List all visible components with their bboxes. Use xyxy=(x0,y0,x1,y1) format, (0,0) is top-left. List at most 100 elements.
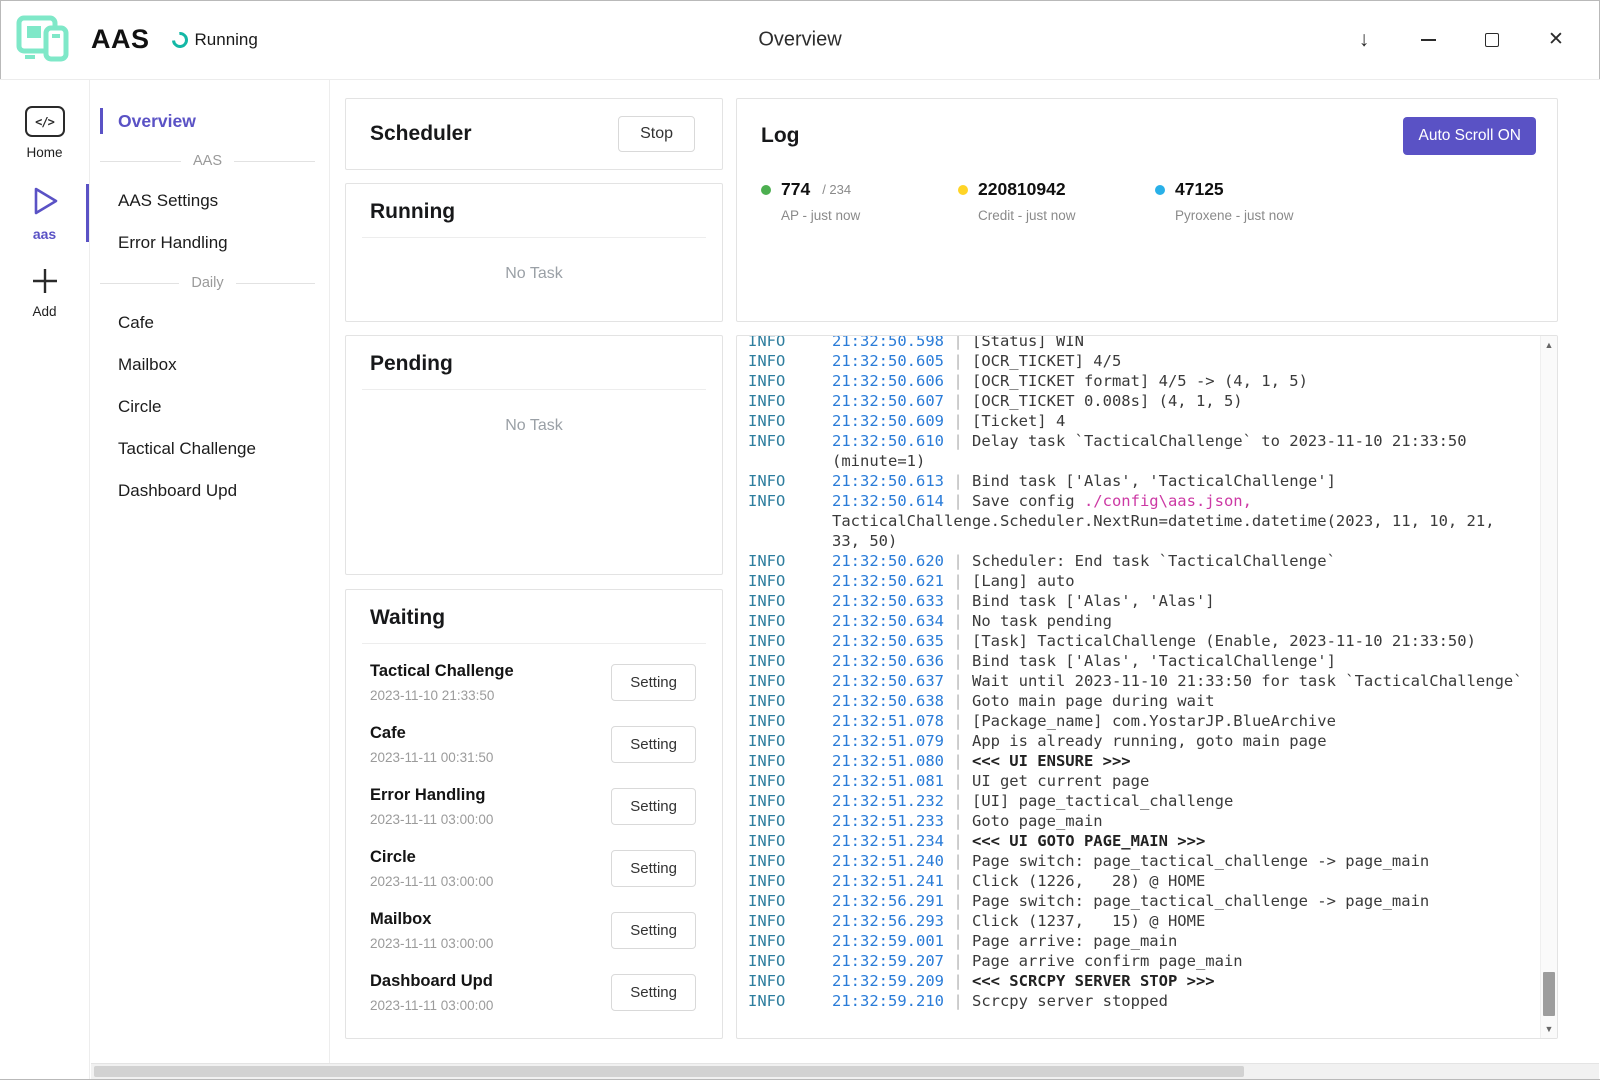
log-line: INFO21:32:50.598 | [Status] WIN xyxy=(748,335,1529,351)
log-line: INFO21:32:51.079 | App is already runnin… xyxy=(748,731,1529,751)
waiting-task-setting-button[interactable]: Setting xyxy=(611,912,696,949)
waiting-task-setting-button[interactable]: Setting xyxy=(611,664,696,701)
minimize-button[interactable] xyxy=(1414,26,1442,54)
rail-label-home: Home xyxy=(26,145,62,160)
dashboard-stats: 774 / 234 AP - just now 220810942 Credit… xyxy=(761,179,1536,223)
stat-dot-yellow xyxy=(958,185,968,195)
log-line: INFO21:32:59.209 | <<< SCRCPY SERVER STO… xyxy=(748,971,1529,991)
pending-card: Pending No Task xyxy=(345,335,723,575)
run-status-label: Running xyxy=(195,30,258,50)
waiting-task-row: Dashboard Upd 2023-11-11 03:00:00 Settin… xyxy=(370,962,696,1024)
waiting-task-time: 2023-11-10 21:33:50 xyxy=(370,688,514,703)
home-icon: </> xyxy=(25,106,65,137)
log-line: INFO21:32:51.240 | Page switch: page_tac… xyxy=(748,851,1529,871)
waiting-task-name: Mailbox xyxy=(370,910,493,929)
log-line: INFO21:32:50.610 | Delay task `TacticalC… xyxy=(748,431,1529,471)
rail-item-home[interactable]: </> Home xyxy=(0,94,89,172)
page-title: Overview xyxy=(758,28,841,51)
sidebar-item-dashboard-upd[interactable]: Dashboard Upd xyxy=(90,470,329,512)
waiting-task-name: Tactical Challenge xyxy=(370,662,514,681)
log-card-head: Log Auto Scroll ON xyxy=(761,117,1536,155)
waiting-task-name: Cafe xyxy=(370,724,493,743)
stat-dot-blue xyxy=(1155,185,1165,195)
log-line: INFO21:32:50.614 | Save config ./config\… xyxy=(748,491,1529,551)
sidebar-section-aas: AAS xyxy=(90,142,329,180)
log-line: INFO21:32:59.207 | Page arrive confirm p… xyxy=(748,951,1529,971)
pending-title: Pending xyxy=(362,336,706,390)
waiting-task-info: Cafe 2023-11-11 00:31:50 xyxy=(370,724,493,765)
rail-item-aas[interactable]: aas xyxy=(0,172,89,254)
log-line: INFO21:32:50.637 | Wait until 2023-11-10… xyxy=(748,671,1529,691)
auto-scroll-button[interactable]: Auto Scroll ON xyxy=(1403,117,1536,155)
minimize-icon xyxy=(1421,39,1436,41)
sidebar-item-error-handling[interactable]: Error Handling xyxy=(90,222,329,264)
log-line: INFO21:32:50.605 | [OCR_TICKET] 4/5 xyxy=(748,351,1529,371)
log-line: INFO21:32:50.638 | Goto main page during… xyxy=(748,691,1529,711)
log-line: INFO21:32:59.210 | Scrcpy server stopped xyxy=(748,991,1529,1011)
maximize-button[interactable] xyxy=(1478,26,1506,54)
rail-item-add[interactable]: Add xyxy=(0,254,89,331)
horizontal-scrollbar[interactable] xyxy=(91,1063,1599,1079)
log-line: INFO21:32:50.636 | Bind task ['Alas', 'T… xyxy=(748,651,1529,671)
scroll-down-icon[interactable]: ▼ xyxy=(1541,1024,1557,1034)
stat-pyroxene-label: Pyroxene - just now xyxy=(1155,208,1352,223)
stat-credit-value: 220810942 xyxy=(978,179,1066,200)
log-line: INFO21:32:50.606 | [OCR_TICKET format] 4… xyxy=(748,371,1529,391)
log-line: INFO21:32:50.609 | [Ticket] 4 xyxy=(748,411,1529,431)
log-scrollbar[interactable]: ▲ ▼ xyxy=(1540,336,1557,1038)
log-output-panel: INFO21:32:50.598 | [Status] WININFO21:32… xyxy=(736,335,1558,1039)
log-line: INFO21:32:51.232 | [UI] page_tactical_ch… xyxy=(748,791,1529,811)
log-line: INFO21:32:56.293 | Click (1237, 15) @ HO… xyxy=(748,911,1529,931)
stat-credit-label: Credit - just now xyxy=(958,208,1155,223)
log-line: INFO21:32:56.291 | Page switch: page_tac… xyxy=(748,891,1529,911)
waiting-task-setting-button[interactable]: Setting xyxy=(611,788,696,825)
run-status: Running xyxy=(172,30,258,50)
sidebar-item-tactical-challenge[interactable]: Tactical Challenge xyxy=(90,428,329,470)
log-line: INFO21:32:51.081 | UI get current page xyxy=(748,771,1529,791)
waiting-task-time: 2023-11-11 03:00:00 xyxy=(370,936,493,951)
stat-ap-top: 774 / 234 xyxy=(761,179,958,200)
stat-ap-value: 774 xyxy=(781,179,810,200)
stat-pyroxene-value: 47125 xyxy=(1175,179,1224,200)
waiting-task-info: Circle 2023-11-11 03:00:00 xyxy=(370,848,493,889)
sidebar-item-mailbox[interactable]: Mailbox xyxy=(90,344,329,386)
close-button[interactable]: ✕ xyxy=(1542,26,1570,54)
log-line: INFO21:32:50.620 | Scheduler: End task `… xyxy=(748,551,1529,571)
update-arrow-icon[interactable]: ↓ xyxy=(1350,26,1378,54)
sidebar-item-overview[interactable]: Overview xyxy=(90,100,329,142)
log-line: INFO21:32:50.635 | [Task] TacticalChalle… xyxy=(748,631,1529,651)
stat-ap-suffix: / 234 xyxy=(822,182,851,197)
waiting-task-setting-button[interactable]: Setting xyxy=(611,850,696,887)
log-scrollbar-thumb[interactable] xyxy=(1543,972,1555,1016)
waiting-task-list: Tactical Challenge 2023-11-10 21:33:50 S… xyxy=(346,644,722,1024)
plus-icon xyxy=(30,266,60,296)
app-name: AAS xyxy=(91,24,150,55)
maximize-icon xyxy=(1485,33,1499,47)
log-line: INFO21:32:51.241 | Click (1226, 28) @ HO… xyxy=(748,871,1529,891)
log-card: Log Auto Scroll ON 774 / 234 AP - just n… xyxy=(736,98,1558,322)
sidebar-item-aas-settings[interactable]: AAS Settings xyxy=(90,180,329,222)
stat-credit: 220810942 Credit - just now xyxy=(958,179,1155,223)
log-line: INFO21:32:51.078 | [Package_name] com.Yo… xyxy=(748,711,1529,731)
waiting-task-setting-button[interactable]: Setting xyxy=(611,726,696,763)
sidebar-item-circle[interactable]: Circle xyxy=(90,386,329,428)
waiting-task-setting-button[interactable]: Setting xyxy=(611,974,696,1011)
log-line: INFO21:32:50.613 | Bind task ['Alas', 'T… xyxy=(748,471,1529,491)
sidebar: Overview AAS AAS Settings Error Handling… xyxy=(90,80,330,1079)
stat-pyroxene: 47125 Pyroxene - just now xyxy=(1155,179,1352,223)
waiting-task-time: 2023-11-11 03:00:00 xyxy=(370,998,493,1013)
waiting-task-row: Circle 2023-11-11 03:00:00 Setting xyxy=(370,838,696,900)
main-content: Scheduler Stop Running No Task Pending N… xyxy=(330,80,1600,1079)
running-spinner-icon xyxy=(168,28,191,51)
scheduler-stop-button[interactable]: Stop xyxy=(618,116,695,152)
pending-empty-text: No Task xyxy=(346,390,722,435)
scheduler-card: Scheduler Stop xyxy=(345,98,723,170)
horizontal-scrollbar-thumb[interactable] xyxy=(94,1066,1244,1077)
sidebar-item-cafe[interactable]: Cafe xyxy=(90,302,329,344)
log-title: Log xyxy=(761,124,799,148)
stat-ap: 774 / 234 AP - just now xyxy=(761,179,958,223)
waiting-task-info: Error Handling 2023-11-11 03:00:00 xyxy=(370,786,493,827)
scheduler-title: Scheduler xyxy=(370,122,472,146)
scroll-up-icon[interactable]: ▲ xyxy=(1541,340,1557,350)
running-card: Running No Task xyxy=(345,183,723,322)
